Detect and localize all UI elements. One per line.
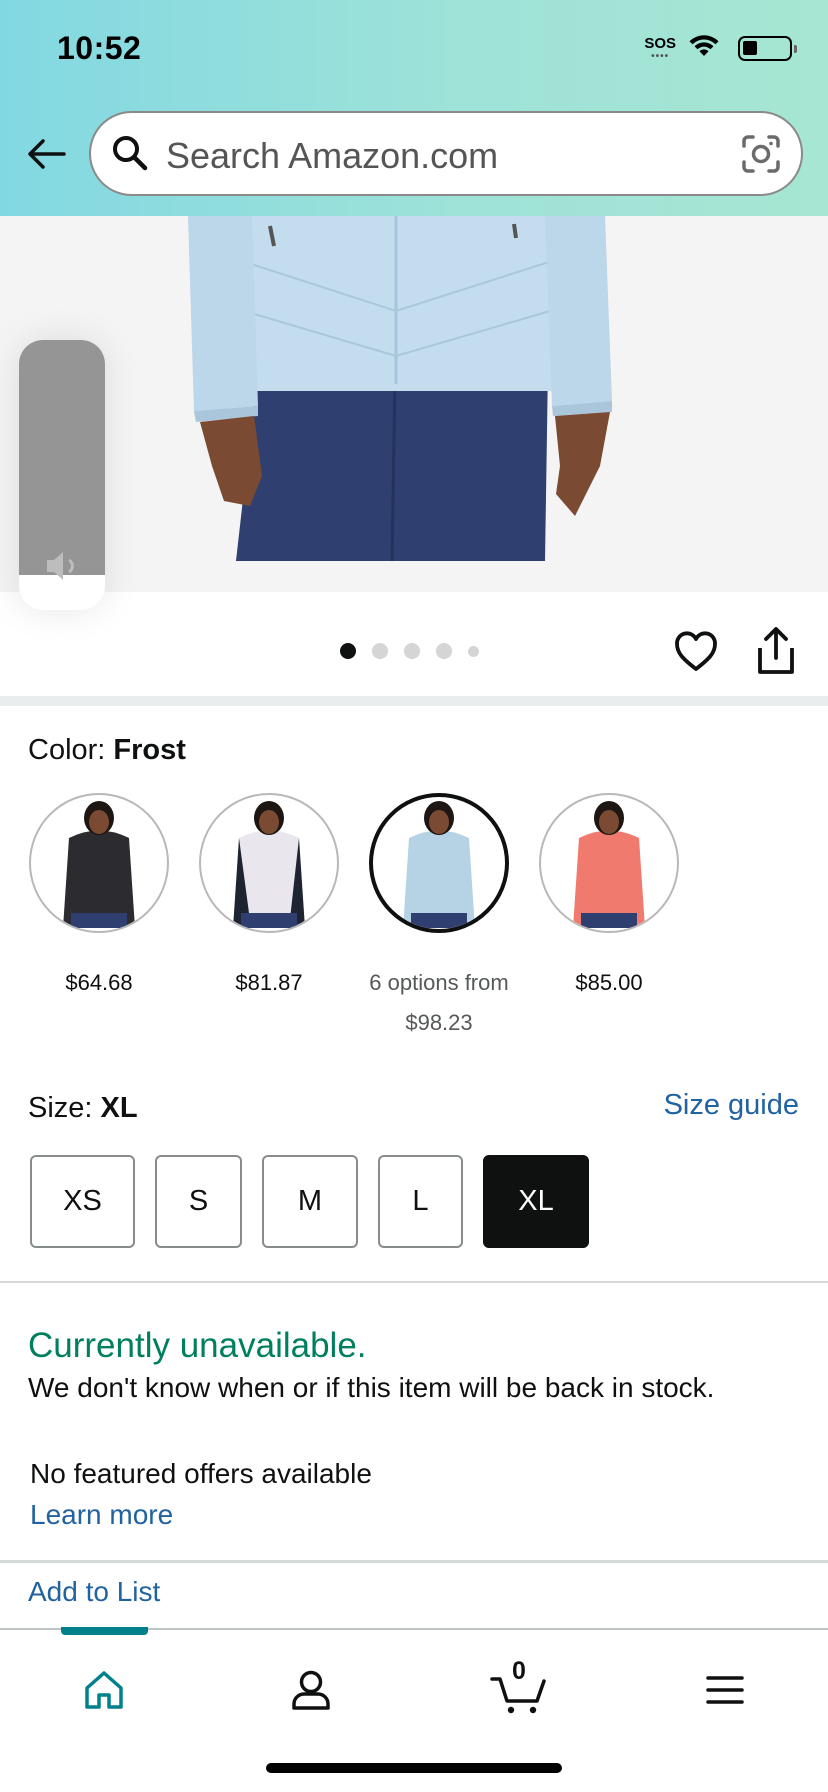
swatch-price: $85.00 (575, 970, 643, 995)
battery-icon (738, 36, 797, 61)
person-icon (292, 1670, 330, 1710)
pagination-dot[interactable] (372, 643, 388, 659)
swatch-image (539, 793, 679, 933)
size-guide-link[interactable]: Size guide (664, 1089, 799, 1122)
nav-cart[interactable]: 0 (487, 1657, 551, 1720)
product-image[interactable] (0, 216, 828, 592)
pagination-dot[interactable] (340, 643, 356, 659)
size-option-xl[interactable]: XL (483, 1155, 589, 1248)
back-button[interactable] (22, 130, 70, 178)
add-to-list-link[interactable]: Add to List (28, 1576, 160, 1608)
nav-active-indicator (61, 1627, 148, 1635)
back-arrow-icon (28, 139, 66, 169)
search-icon (110, 133, 150, 178)
no-offers-text: No featured offers available (30, 1458, 372, 1489)
wishlist-button[interactable] (672, 628, 720, 676)
nav-home[interactable] (74, 1660, 134, 1720)
wifi-icon (688, 34, 720, 63)
sos-indicator: SOS •••• (644, 34, 676, 62)
section-divider (0, 696, 828, 706)
image-pagination (340, 643, 479, 659)
camera-scan-icon[interactable] (741, 134, 781, 179)
signal-dots: •••• (651, 50, 670, 62)
hamburger-menu-icon (706, 1676, 744, 1704)
selected-color: Frost (113, 734, 186, 766)
heart-icon (675, 631, 717, 671)
volume-level (19, 340, 105, 575)
product-photo (188, 216, 612, 562)
swatch-price: 6 options from $98.23 (369, 963, 509, 1043)
size-option-xs[interactable]: XS (30, 1155, 135, 1248)
volume-slider[interactable] (19, 340, 105, 610)
status-icons: SOS •••• (644, 34, 797, 63)
search-input[interactable]: Search Amazon.com (89, 111, 803, 196)
pagination-dot[interactable] (468, 645, 479, 657)
swatch-image (199, 793, 339, 933)
size-option-s[interactable]: S (155, 1155, 242, 1248)
swatch-image (29, 793, 169, 933)
home-indicator (266, 1763, 562, 1773)
availability-status: Currently unavailable. (28, 1326, 367, 1365)
swatch-price: $64.68 (65, 970, 133, 995)
home-icon (85, 1671, 123, 1709)
share-icon (758, 627, 794, 674)
sos-label: SOS (644, 34, 676, 52)
status-time: 10:52 (57, 30, 142, 66)
color-swatch-coral[interactable]: $85.00 (539, 793, 679, 1003)
swatch-price: $81.87 (235, 970, 303, 995)
pagination-dot[interactable] (436, 643, 452, 659)
search-placeholder: Search Amazon.com (166, 135, 499, 176)
nav-account[interactable] (281, 1660, 341, 1720)
color-swatch-black[interactable]: $64.68 (29, 793, 169, 1003)
size-option-l[interactable]: L (378, 1155, 463, 1248)
nav-menu[interactable] (695, 1660, 755, 1720)
section-divider (0, 1560, 828, 1563)
speaker-icon (43, 548, 83, 589)
swatch-price-line2: $98.23 (405, 1010, 473, 1035)
learn-more-link[interactable]: Learn more (30, 1499, 173, 1531)
swatch-image (369, 793, 509, 933)
cart-count: 0 (512, 1657, 526, 1685)
color-swatch-frost[interactable]: 6 options from $98.23 (369, 793, 509, 1043)
swatch-price-line1: 6 options from (369, 970, 509, 995)
share-button[interactable] (755, 626, 797, 676)
color-swatch-white[interactable]: $81.87 (199, 793, 339, 1003)
section-divider (0, 1281, 828, 1283)
size-option-m[interactable]: M (262, 1155, 358, 1248)
header: 10:52 SOS •••• Search Amazon.com (0, 0, 828, 216)
availability-message: We don't know when or if this item will … (28, 1372, 715, 1403)
size-label: Size: XL (28, 1092, 138, 1124)
selected-size: XL (100, 1092, 138, 1124)
pagination-dot[interactable] (404, 643, 420, 659)
color-label: Color: Frost (28, 734, 186, 766)
